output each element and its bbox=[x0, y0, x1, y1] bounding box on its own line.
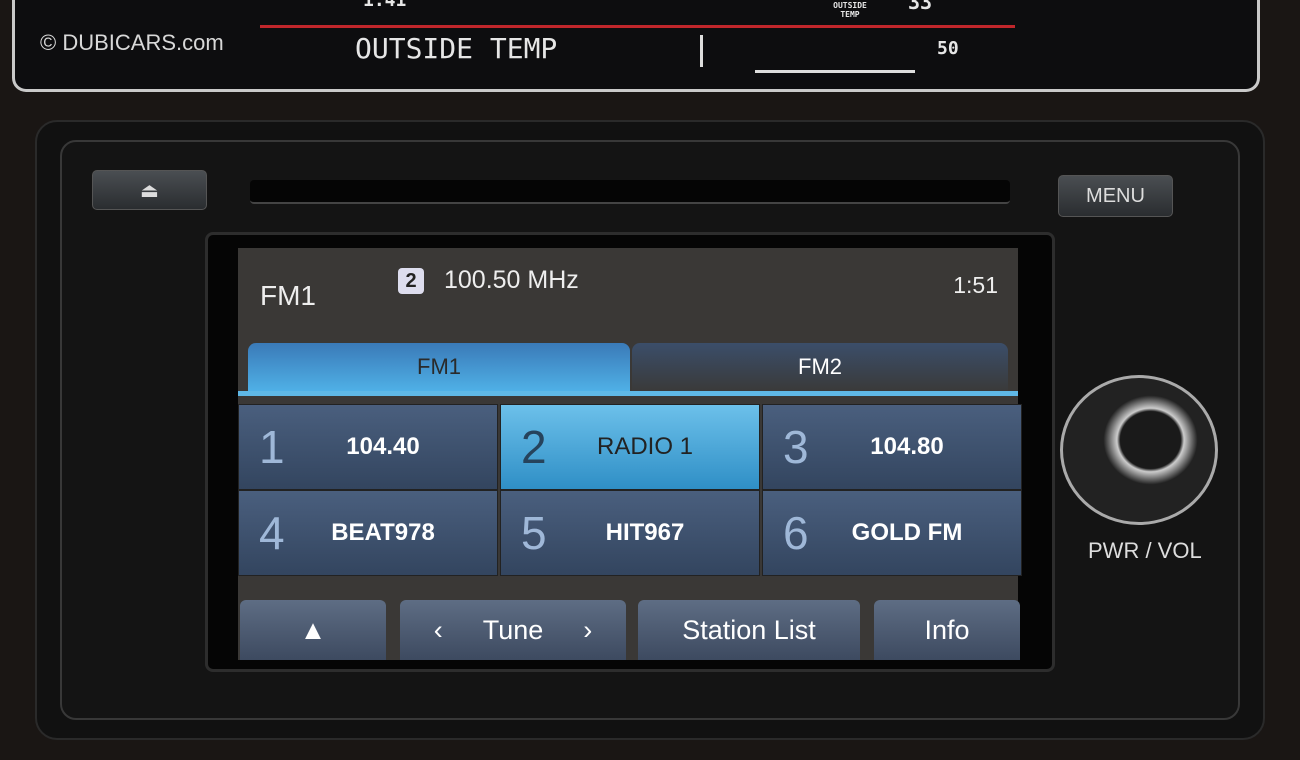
preset-3[interactable]: 3 104.80 bbox=[762, 404, 1022, 490]
eject-icon: ⏏ bbox=[140, 179, 159, 202]
preset-number: 6 bbox=[783, 507, 809, 559]
preset-2[interactable]: 2 RADIO 1 bbox=[500, 404, 760, 490]
preset-number: 5 bbox=[521, 507, 547, 559]
clock-partial: 1:41 bbox=[363, 0, 407, 11]
preset-number: 2 bbox=[521, 421, 547, 473]
preset-name: GOLD FM bbox=[851, 519, 963, 546]
tab-label: FM2 bbox=[798, 354, 842, 379]
preset-6[interactable]: 6 GOLD FM bbox=[762, 490, 1022, 576]
preset-name: RADIO 1 bbox=[596, 433, 694, 460]
eject-button[interactable]: ⏏ bbox=[92, 170, 207, 210]
menu-label: MENU bbox=[1086, 184, 1145, 207]
red-divider bbox=[260, 25, 1015, 28]
knob-label: PWR / VOL bbox=[1088, 538, 1202, 563]
tune-prev-button[interactable]: ‹ bbox=[434, 615, 443, 646]
station-list-label: Station List bbox=[682, 614, 816, 645]
watermark: © DUBICARS.com bbox=[40, 30, 224, 55]
preset-badge: 2 bbox=[398, 268, 424, 294]
preset-name: 104.40 bbox=[346, 433, 420, 460]
preset-name: 104.80 bbox=[870, 433, 944, 460]
info-label: Info bbox=[924, 614, 970, 645]
preset-1[interactable]: 1 104.40 bbox=[238, 404, 498, 490]
cd-slot bbox=[250, 180, 1010, 204]
preset-number: 4 bbox=[259, 507, 285, 559]
up-arrow-icon: ▲ bbox=[299, 614, 327, 645]
preset-number: 3 bbox=[783, 421, 809, 473]
tune-label: Tune bbox=[482, 614, 544, 645]
preset-number: 1 bbox=[259, 421, 285, 473]
menu-button[interactable]: MENU bbox=[1058, 175, 1173, 217]
graph-value: 50 bbox=[937, 38, 959, 59]
temp-unit: °C bbox=[937, 0, 949, 1]
up-button[interactable]: ▲ bbox=[240, 600, 386, 660]
separator bbox=[700, 35, 703, 67]
outside-temp-small: OUTSIDE TEMP bbox=[833, 1, 867, 19]
band-label: FM1 bbox=[260, 280, 316, 311]
tune-control: ‹ Tune › bbox=[400, 600, 626, 660]
tab-label: FM1 bbox=[417, 354, 461, 379]
tab-fm1[interactable]: FM1 bbox=[248, 343, 630, 391]
tune-next-button[interactable]: › bbox=[583, 615, 592, 646]
preset-name: HIT967 bbox=[605, 519, 685, 546]
preset-4[interactable]: 4 BEAT978 bbox=[238, 490, 498, 576]
frequency: 100.50 MHz bbox=[444, 266, 579, 294]
station-list-button[interactable]: Station List bbox=[638, 600, 860, 660]
preset-5[interactable]: 5 HIT967 bbox=[500, 490, 760, 576]
info-button[interactable]: Info bbox=[874, 600, 1020, 660]
touchscreen: FM1 2 100.50 MHz 1:51 FM1 FM2 1 104.40 2 R… bbox=[238, 248, 1022, 660]
tab-underline bbox=[238, 391, 1018, 396]
preset-grid: 1 104.40 2 RADIO 1 3 104.80 4 BEAT978 5 HIT96… bbox=[238, 404, 1022, 576]
outside-temp-label: OUTSIDE TEMP bbox=[355, 32, 558, 65]
temp-graph bbox=[755, 45, 915, 73]
preset-name: BEAT978 bbox=[331, 519, 435, 546]
temp-value: 33 bbox=[908, 0, 933, 14]
tab-fm2[interactable]: FM2 bbox=[632, 343, 1008, 391]
clock: 1:51 bbox=[953, 272, 998, 298]
power-volume-knob[interactable] bbox=[1103, 395, 1198, 485]
